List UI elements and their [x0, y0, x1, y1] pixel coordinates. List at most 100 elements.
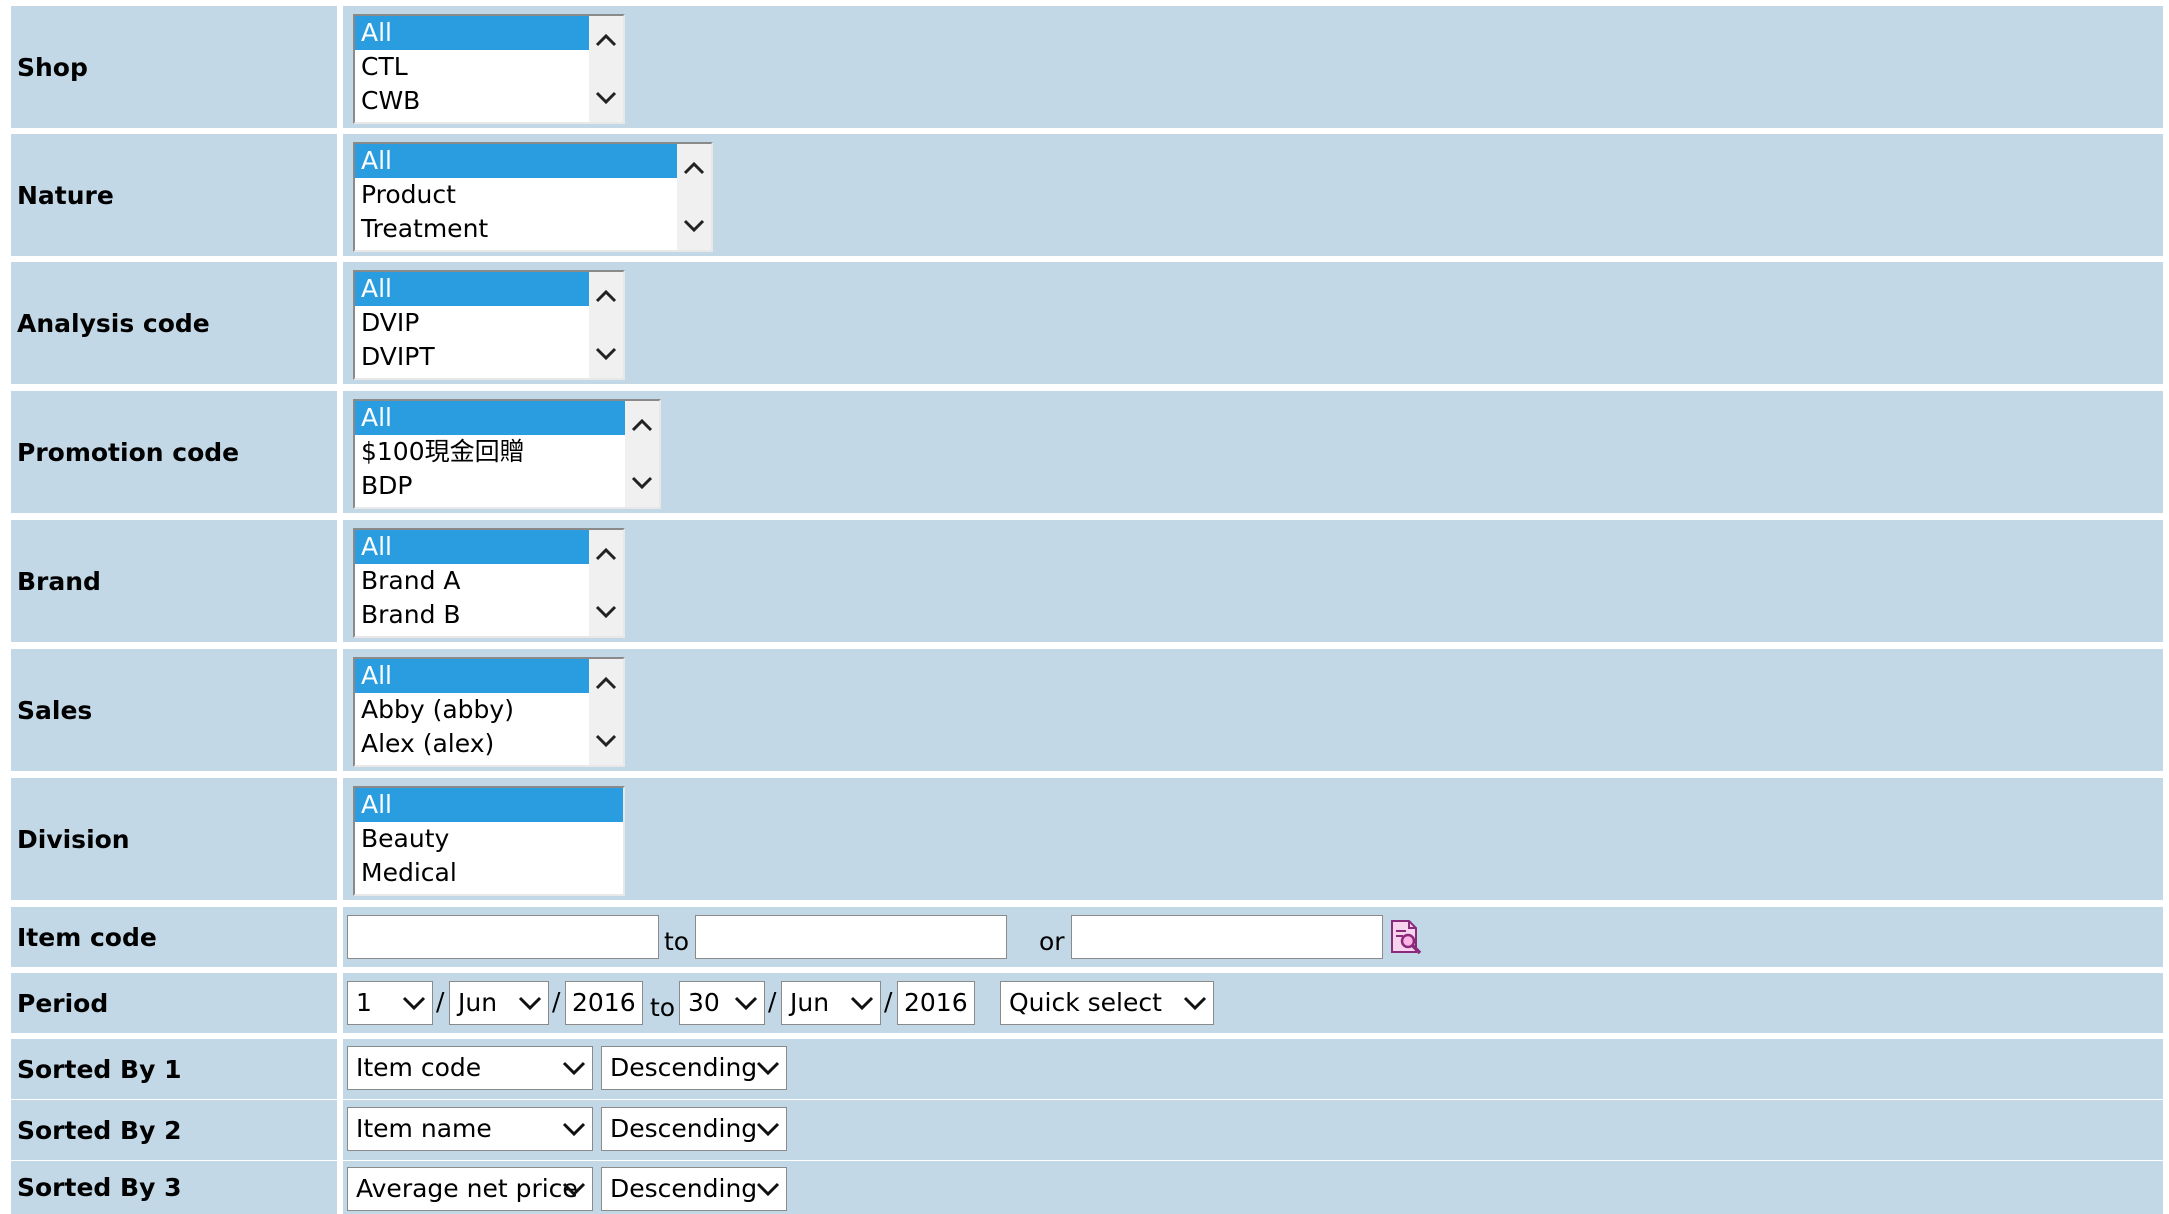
search-document-icon[interactable] [1389, 919, 1423, 959]
sales-listbox[interactable]: All Abby (abby) Alex (alex) [353, 657, 625, 767]
analysis-code-row: Analysis code All DVIP DVIPT [11, 262, 2163, 384]
period-row: Period 1 / Jun / 2016 to 30 / Jun / 2016… [11, 973, 2163, 1033]
item-code-to-input[interactable] [695, 915, 1007, 959]
promotion-code-option-100-cashback[interactable]: $100現金回贈 [355, 435, 625, 469]
analysis-code-listbox[interactable]: All DVIP DVIPT [353, 270, 625, 380]
sales-row: Sales All Abby (abby) Alex (alex) [11, 649, 2163, 771]
item-code-from-input[interactable] [347, 915, 659, 959]
promotion-code-listbox[interactable]: All $100現金回贈 BDP [353, 399, 661, 509]
sorted-by-3-field-value: Average net price [356, 1174, 578, 1203]
period-to-month-select[interactable]: Jun [781, 981, 881, 1025]
analysis-code-cell: All DVIP DVIPT [343, 262, 2163, 384]
promotion-code-option-bdp[interactable]: BDP [355, 469, 625, 503]
scroll-up-icon[interactable] [589, 534, 623, 574]
shop-row: Shop All CTL CWB [11, 6, 2163, 128]
brand-listbox[interactable]: All Brand A Brand B [353, 528, 625, 638]
chevron-down-icon [562, 1047, 586, 1089]
promotion-code-cell: All $100現金回贈 BDP [343, 391, 2163, 513]
division-option-beauty[interactable]: Beauty [355, 822, 623, 856]
sorted-by-3-order-value: Descending [610, 1174, 758, 1203]
nature-option-treatment[interactable]: Treatment [355, 212, 677, 246]
scroll-down-icon[interactable] [589, 78, 623, 118]
scroll-down-icon[interactable] [589, 334, 623, 374]
brand-scrollbar[interactable] [589, 530, 623, 636]
nature-scrollbar[interactable] [677, 144, 711, 250]
analysis-code-option-all[interactable]: All [355, 272, 589, 306]
nature-cell: All Product Treatment [343, 134, 2163, 256]
sorted-by-1-order-select[interactable]: Descending [601, 1046, 787, 1090]
sorted-by-2-order-select[interactable]: Descending [601, 1107, 787, 1151]
period-from-month-value: Jun [458, 988, 498, 1017]
shop-option-ctl[interactable]: CTL [355, 50, 589, 84]
item-code-row: Item code to or [11, 907, 2163, 967]
period-to-year-input[interactable]: 2016 [897, 981, 975, 1025]
chevron-down-icon [850, 982, 874, 1024]
analysis-code-option-dvipt[interactable]: DVIPT [355, 340, 589, 374]
sales-option-all[interactable]: All [355, 659, 589, 693]
sorted-by-2-label: Sorted By 2 [11, 1100, 337, 1160]
period-from-day-select[interactable]: 1 [347, 981, 433, 1025]
sales-option-alex[interactable]: Alex (alex) [355, 727, 589, 761]
sorted-by-2-field-select[interactable]: Item name [347, 1107, 593, 1151]
brand-option-brand-b[interactable]: Brand B [355, 598, 589, 632]
division-cell: All Beauty Medical [343, 778, 2163, 900]
division-listbox[interactable]: All Beauty Medical [353, 786, 625, 896]
division-option-medical[interactable]: Medical [355, 856, 623, 890]
chevron-down-icon [756, 1168, 780, 1210]
chevron-down-icon [756, 1047, 780, 1089]
sorted-by-3-cell: Average net price Descending [343, 1161, 2163, 1214]
promotion-code-option-all[interactable]: All [355, 401, 625, 435]
chevron-down-icon [756, 1108, 780, 1150]
period-to-day-value: 30 [688, 988, 720, 1017]
sorted-by-2-order-value: Descending [610, 1114, 758, 1143]
chevron-down-icon [518, 982, 542, 1024]
period-to-month-value: Jun [790, 988, 830, 1017]
nature-listbox[interactable]: All Product Treatment [353, 142, 713, 252]
brand-option-all[interactable]: All [355, 530, 589, 564]
period-from-month-select[interactable]: Jun [449, 981, 549, 1025]
sorted-by-1-field-select[interactable]: Item code [347, 1046, 593, 1090]
nature-option-product[interactable]: Product [355, 178, 677, 212]
sorted-by-1-cell: Item code Descending [343, 1039, 2163, 1099]
period-to-day-select[interactable]: 30 [679, 981, 765, 1025]
sorted-by-2-cell: Item name Descending [343, 1100, 2163, 1160]
period-to-label: to [650, 993, 676, 1022]
shop-label: Shop [11, 6, 337, 128]
analysis-code-option-dvip[interactable]: DVIP [355, 306, 589, 340]
scroll-up-icon[interactable] [625, 405, 659, 445]
scroll-up-icon[interactable] [589, 276, 623, 316]
analysis-code-scrollbar[interactable] [589, 272, 623, 378]
shop-scrollbar[interactable] [589, 16, 623, 122]
shop-option-all[interactable]: All [355, 16, 589, 50]
shop-option-cwb[interactable]: CWB [355, 84, 589, 118]
promotion-code-scrollbar[interactable] [625, 401, 659, 507]
brand-label: Brand [11, 520, 337, 642]
scroll-up-icon[interactable] [589, 663, 623, 703]
item-code-or-input[interactable] [1071, 915, 1383, 959]
brand-option-brand-a[interactable]: Brand A [355, 564, 589, 598]
sales-option-abby[interactable]: Abby (abby) [355, 693, 589, 727]
date-separator: / [884, 987, 893, 1016]
date-separator: / [552, 987, 561, 1016]
nature-option-all[interactable]: All [355, 144, 677, 178]
quick-select-dropdown[interactable]: Quick select [1000, 981, 1214, 1025]
scroll-down-icon[interactable] [625, 463, 659, 503]
period-from-year-input[interactable]: 2016 [565, 981, 643, 1025]
period-cell: 1 / Jun / 2016 to 30 / Jun / 2016 Quick … [343, 973, 2163, 1033]
chevron-down-icon [1183, 982, 1207, 1024]
division-row: Division All Beauty Medical [11, 778, 2163, 900]
shop-listbox[interactable]: All CTL CWB [353, 14, 625, 124]
division-option-all[interactable]: All [355, 788, 623, 822]
sorted-by-3-field-select[interactable]: Average net price [347, 1167, 593, 1211]
sorted-by-3-order-select[interactable]: Descending [601, 1167, 787, 1211]
scroll-up-icon[interactable] [589, 20, 623, 60]
promotion-code-label: Promotion code [11, 391, 337, 513]
nature-row: Nature All Product Treatment [11, 134, 2163, 256]
scroll-down-icon[interactable] [589, 592, 623, 632]
scroll-down-icon[interactable] [589, 721, 623, 761]
scroll-down-icon[interactable] [677, 206, 711, 246]
sorted-by-2-field-value: Item name [356, 1114, 492, 1143]
scroll-up-icon[interactable] [677, 148, 711, 188]
sorted-by-1-row: Sorted By 1 Item code Descending [11, 1039, 2163, 1099]
sales-scrollbar[interactable] [589, 659, 623, 765]
